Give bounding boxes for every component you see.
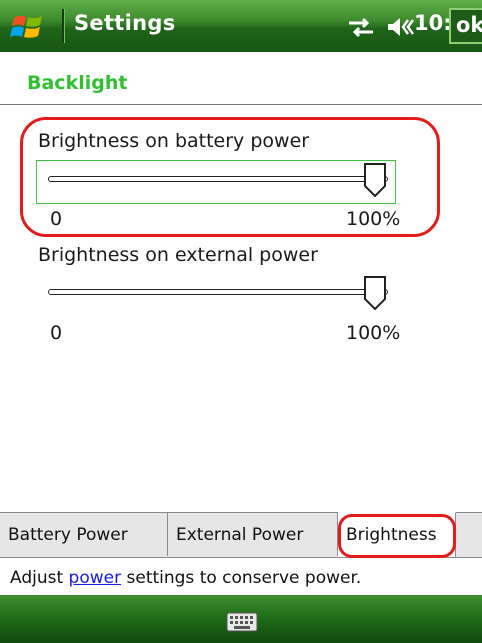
tab-highlight-annotation <box>338 514 456 558</box>
page-header: Backlight <box>0 52 482 105</box>
tab-external-power[interactable]: External Power <box>168 513 338 556</box>
external-brightness-label: Brightness on external power <box>38 244 318 266</box>
app-title: Settings <box>74 11 176 35</box>
external-min-label: 0 <box>50 322 63 344</box>
power-link[interactable]: power <box>69 568 122 588</box>
hint-prefix: Adjust <box>10 568 69 588</box>
hint-text: Adjust power settings to conserve power. <box>10 568 361 588</box>
title-separator <box>62 9 65 43</box>
title-bar: Settings 10:56 ok <box>0 0 482 52</box>
tab-battery-power[interactable]: Battery Power <box>0 513 168 556</box>
ok-button[interactable]: ok <box>449 8 482 44</box>
volume-icon[interactable] <box>386 15 416 39</box>
external-brightness-thumb[interactable] <box>363 276 387 310</box>
keyboard-icon[interactable] <box>226 612 258 632</box>
windows-start-icon[interactable] <box>9 12 47 42</box>
page-title: Backlight <box>27 72 128 94</box>
hint-suffix: settings to conserve power. <box>121 568 362 588</box>
external-max-label: 100% <box>346 322 401 344</box>
connectivity-icon[interactable] <box>345 15 377 39</box>
external-brightness-track[interactable] <box>48 289 388 295</box>
battery-highlight-annotation <box>20 117 440 237</box>
